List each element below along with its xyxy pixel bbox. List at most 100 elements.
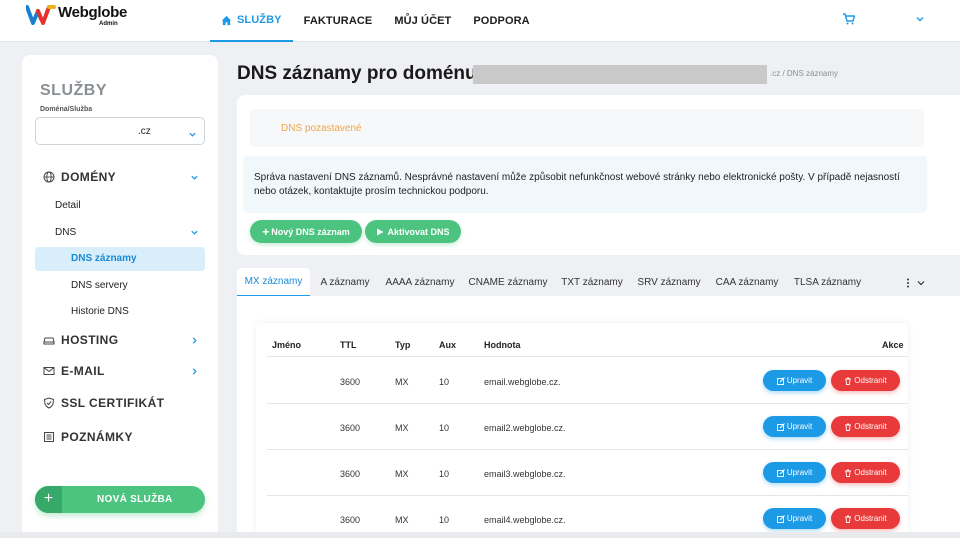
cell-value: email4.webglobe.cz. [484, 515, 566, 525]
sidebar-label: DOMÉNY [61, 170, 117, 184]
activate-dns-button[interactable]: Aktivovat DNS [365, 220, 461, 243]
sidebar-item-detail[interactable]: Detail [55, 200, 81, 211]
account-chevron-down-icon[interactable] [915, 14, 925, 24]
tab-tlsa[interactable]: TLSA záznamy [790, 268, 865, 297]
cell-value: email3.webglobe.cz. [484, 469, 566, 479]
col-header-ttl: TTL [340, 340, 357, 350]
tab-aaaa[interactable]: AAAA záznamy [382, 268, 458, 297]
delete-button[interactable]: Odstranit [831, 508, 900, 529]
trash-icon [845, 377, 852, 385]
sidebar-item-hosting[interactable]: HOSTING [22, 333, 218, 347]
info-box: Správa nastavení DNS záznamů. Nesprávné … [243, 156, 927, 213]
new-service-button[interactable]: + NOVÁ SLUŽBA [35, 486, 205, 513]
sidebar: SLUŽBY Doména/Služba .cz DOMÉNY Detail D… [22, 55, 218, 538]
tab-txt[interactable]: TXT záznamy [557, 268, 627, 297]
webglobe-w-logo-icon [26, 5, 56, 25]
notes-icon [44, 432, 54, 442]
tab-srv[interactable]: SRV záznamy [634, 268, 704, 297]
chevron-down-icon [189, 132, 196, 137]
topnav-label: MŮJ ÚČET [394, 15, 452, 27]
cell-aux: 10 [439, 469, 450, 479]
info-text: Správa nastavení DNS záznamů. Nesprávné … [254, 172, 900, 197]
topnav-muj-ucet[interactable]: MŮJ ÚČET [383, 0, 462, 42]
dns-status: DNS pozastavené [281, 123, 362, 134]
sidebar-item-email[interactable]: E-MAIL [22, 364, 218, 378]
tab-cname[interactable]: CNAME záznamy [465, 268, 551, 297]
chevron-right-icon [192, 367, 197, 375]
cell-ttl: 3600 [340, 469, 361, 479]
domain-select[interactable]: .cz [35, 117, 205, 145]
topnav-sluzby[interactable]: SLUŽBY [210, 0, 293, 42]
activate-dns-label: Aktivovat DNS [387, 226, 450, 237]
cell-type: MX [395, 423, 409, 433]
topnav-label: PODPORA [473, 15, 530, 27]
cell-aux: 10 [439, 423, 450, 433]
col-header-aux: Aux [439, 340, 457, 350]
edit-icon [776, 422, 785, 431]
shield-icon [43, 397, 55, 409]
edit-icon [776, 376, 785, 385]
brand-sub: Admin [99, 21, 118, 27]
edit-label: Upravit [786, 422, 813, 431]
new-dns-record-button[interactable]: + Nový DNS záznam [250, 220, 362, 243]
sidebar-item-dns-zaznamy[interactable]: DNS záznamy [35, 247, 205, 271]
edit-icon [776, 514, 785, 523]
table-row: 3600 MX 10 email.webglobe.cz. Upravit Od… [256, 358, 908, 404]
breadcrumb: .cz / DNS záznamy [770, 69, 839, 78]
sidebar-subtitle: Doména/Služba [40, 106, 93, 113]
plus-icon: + [262, 224, 270, 239]
trash-icon [845, 423, 852, 431]
sidebar-item-poznamky[interactable]: POZNÁMKY [22, 430, 218, 444]
sidebar-item-domeny[interactable]: DOMÉNY [22, 170, 218, 184]
sidebar-active-label: DNS záznamy [71, 253, 137, 264]
envelope-icon [43, 367, 55, 375]
delete-label: Odstranit [854, 422, 887, 431]
cell-ttl: 3600 [340, 515, 361, 525]
edit-label: Upravit [786, 514, 813, 523]
topnav-fakturace[interactable]: FAKTURACE [293, 0, 384, 42]
delete-button[interactable]: Odstranit [831, 416, 900, 437]
header-divider [267, 356, 908, 357]
edit-label: Upravit [786, 468, 813, 477]
edit-button[interactable]: Upravit [763, 462, 826, 483]
server-icon [43, 337, 55, 345]
edit-button[interactable]: Upravit [763, 508, 826, 529]
col-header-value: Hodnota [484, 340, 521, 350]
more-tabs-icon[interactable] [905, 278, 927, 288]
chevron-down-icon [191, 230, 198, 235]
records-table: Jméno TTL Typ Aux Hodnota Akce 3600 MX 1… [256, 323, 908, 538]
dns-info-card: DNS pozastavené Správa nastavení DNS záz… [237, 95, 960, 255]
brand-name: Webglobe [58, 4, 127, 21]
sidebar-item-historie-dns[interactable]: Historie DNS [71, 306, 129, 317]
plus-icon: + [35, 486, 62, 513]
sidebar-item-dns[interactable]: DNS [55, 227, 76, 238]
tab-mx[interactable]: MX záznamy [237, 268, 310, 297]
delete-label: Odstranit [854, 514, 887, 523]
new-dns-record-label: Nový DNS záznam [271, 226, 350, 237]
cell-type: MX [395, 515, 409, 525]
edit-label: Upravit [786, 376, 813, 385]
cell-type: MX [395, 377, 409, 387]
cell-value: email.webglobe.cz. [484, 377, 561, 387]
delete-label: Odstranit [854, 376, 887, 385]
topnav-podpora[interactable]: PODPORA [462, 0, 540, 42]
col-header-type: Typ [395, 340, 411, 350]
edit-button[interactable]: Upravit [763, 416, 826, 437]
trash-icon [845, 515, 852, 523]
delete-label: Odstranit [854, 468, 887, 477]
top-nav: SLUŽBY FAKTURACE MŮJ ÚČET PODPORA [210, 0, 541, 42]
sidebar-item-dns-servery[interactable]: DNS servery [71, 280, 128, 291]
col-header-actions: Akce [882, 340, 904, 350]
sidebar-label: E-MAIL [61, 364, 105, 378]
delete-button[interactable]: Odstranit [831, 462, 900, 483]
domain-select-value: .cz [138, 126, 151, 137]
tab-a[interactable]: A záznamy [313, 268, 377, 297]
edit-button[interactable]: Upravit [763, 370, 826, 391]
cell-aux: 10 [439, 515, 450, 525]
delete-button[interactable]: Odstranit [831, 370, 900, 391]
webglobe-logo[interactable]: Webglobe Admin [26, 3, 127, 29]
tab-caa[interactable]: CAA záznamy [712, 268, 782, 297]
sidebar-item-ssl[interactable]: SSL CERTIFIKÁT [22, 396, 218, 410]
cart-icon[interactable] [842, 12, 856, 26]
new-service-label: NOVÁ SLUŽBA [97, 494, 173, 505]
